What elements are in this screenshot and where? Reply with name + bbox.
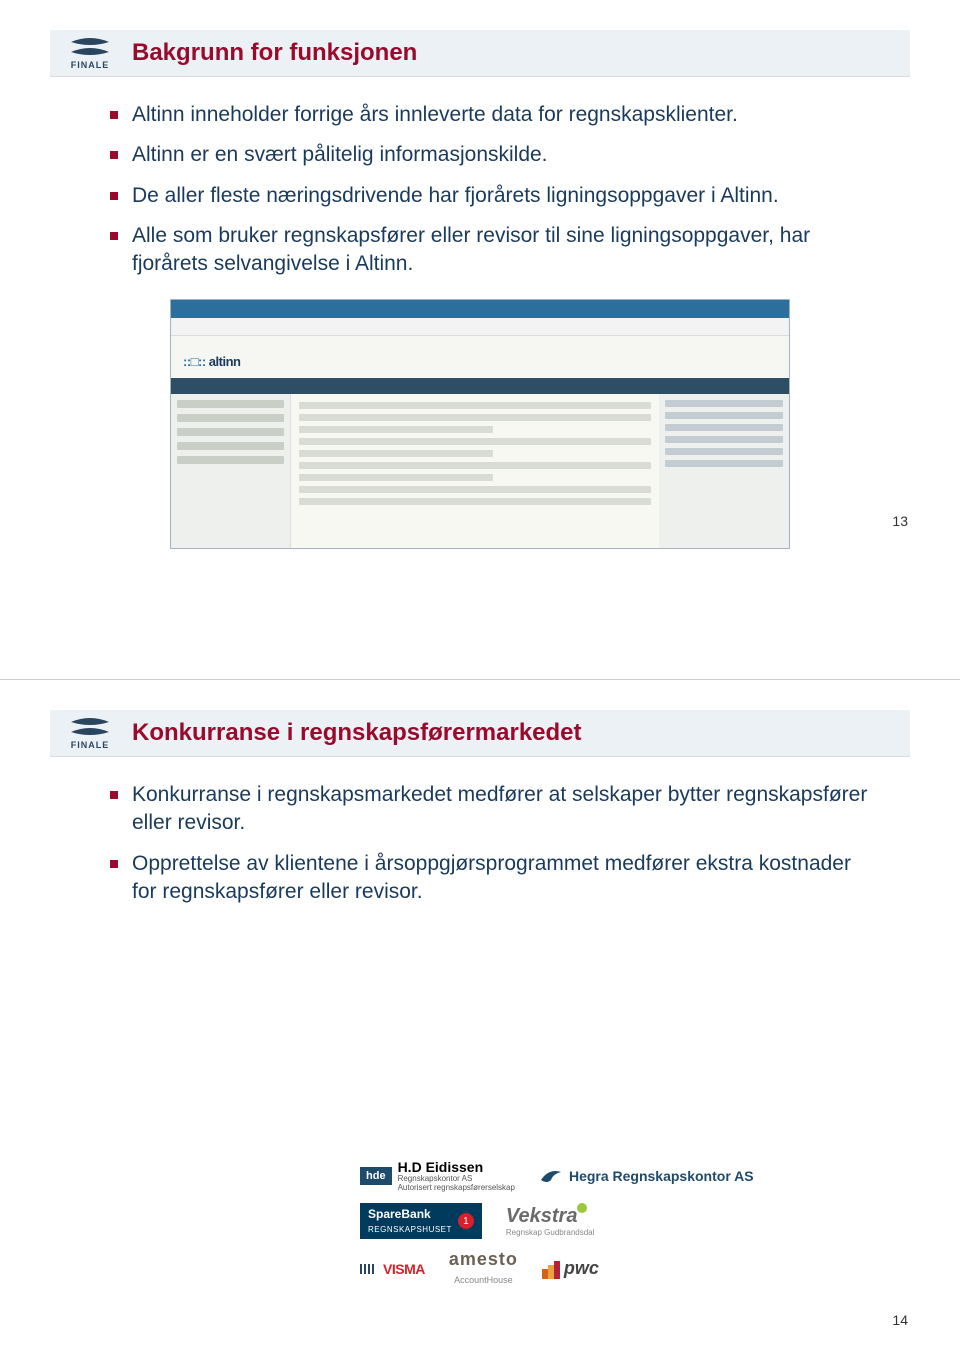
slide-1: FINALE Bakgrunn for funksjonen Altinn in… bbox=[0, 0, 960, 679]
bullet-item: De aller fleste næringsdrivende har fjor… bbox=[110, 182, 880, 210]
hde-logo: hde H.D Eidissen Regnskapskontor AS Auto… bbox=[360, 1159, 515, 1193]
sparebank-one-icon: 1 bbox=[458, 1213, 474, 1229]
vekstra-logo: Vekstra Regnskap Gudbrandsdal bbox=[506, 1205, 595, 1237]
bullet-item: Altinn er en svært pålitelig informasjon… bbox=[110, 141, 880, 169]
visma-bars-icon bbox=[360, 1264, 374, 1274]
finale-logo-text: FINALE bbox=[71, 740, 110, 750]
bullet-item: Altinn inneholder forrige års innleverte… bbox=[110, 101, 880, 129]
bullet-list: Altinn inneholder forrige års innleverte… bbox=[50, 101, 910, 279]
finale-logo: FINALE bbox=[60, 716, 120, 750]
pwc-mark-icon bbox=[542, 1261, 560, 1279]
slide-header: FINALE Bakgrunn for funksjonen bbox=[50, 30, 910, 77]
finale-logo-text: FINALE bbox=[71, 60, 110, 70]
bullet-item: Alle som bruker regnskapsfører eller rev… bbox=[110, 222, 880, 279]
slide-header: FINALE Konkurranse i regnskapsførermarke… bbox=[50, 710, 910, 757]
finale-logo: FINALE bbox=[60, 36, 120, 70]
visma-logo: VISMA bbox=[360, 1261, 425, 1277]
slide-2: FINALE Konkurranse i regnskapsførermarke… bbox=[0, 679, 960, 1358]
finale-logo-mark bbox=[69, 716, 111, 738]
bullet-item: Opprettelse av klientene i årsoppgjørspr… bbox=[110, 850, 880, 907]
pwc-logo: pwc bbox=[542, 1258, 599, 1279]
altinn-brand-label: ::□:: altinn bbox=[183, 354, 240, 369]
slide-title: Konkurranse i regnskapsførermarkedet bbox=[132, 719, 582, 747]
bullet-item: Konkurranse i regnskapsmarkedet medfører… bbox=[110, 781, 880, 838]
finale-logo-mark bbox=[69, 36, 111, 58]
page-number: 14 bbox=[892, 1312, 908, 1328]
amesto-logo: amesto AccountHouse bbox=[449, 1249, 518, 1288]
partner-logos: hde H.D Eidissen Regnskapskontor AS Auto… bbox=[360, 1159, 900, 1298]
altinn-screenshot: ::□:: altinn bbox=[170, 299, 790, 549]
slide-title: Bakgrunn for funksjonen bbox=[132, 39, 417, 67]
sparebank-logo: SpareBank REGNSKAPSHUSET 1 bbox=[360, 1203, 482, 1239]
bullet-list: Konkurranse i regnskapsmarkedet medfører… bbox=[50, 781, 910, 906]
hegra-logo: Hegra Regnskapskontor AS bbox=[539, 1166, 754, 1186]
bird-icon bbox=[539, 1166, 563, 1186]
page-number: 13 bbox=[892, 513, 908, 529]
